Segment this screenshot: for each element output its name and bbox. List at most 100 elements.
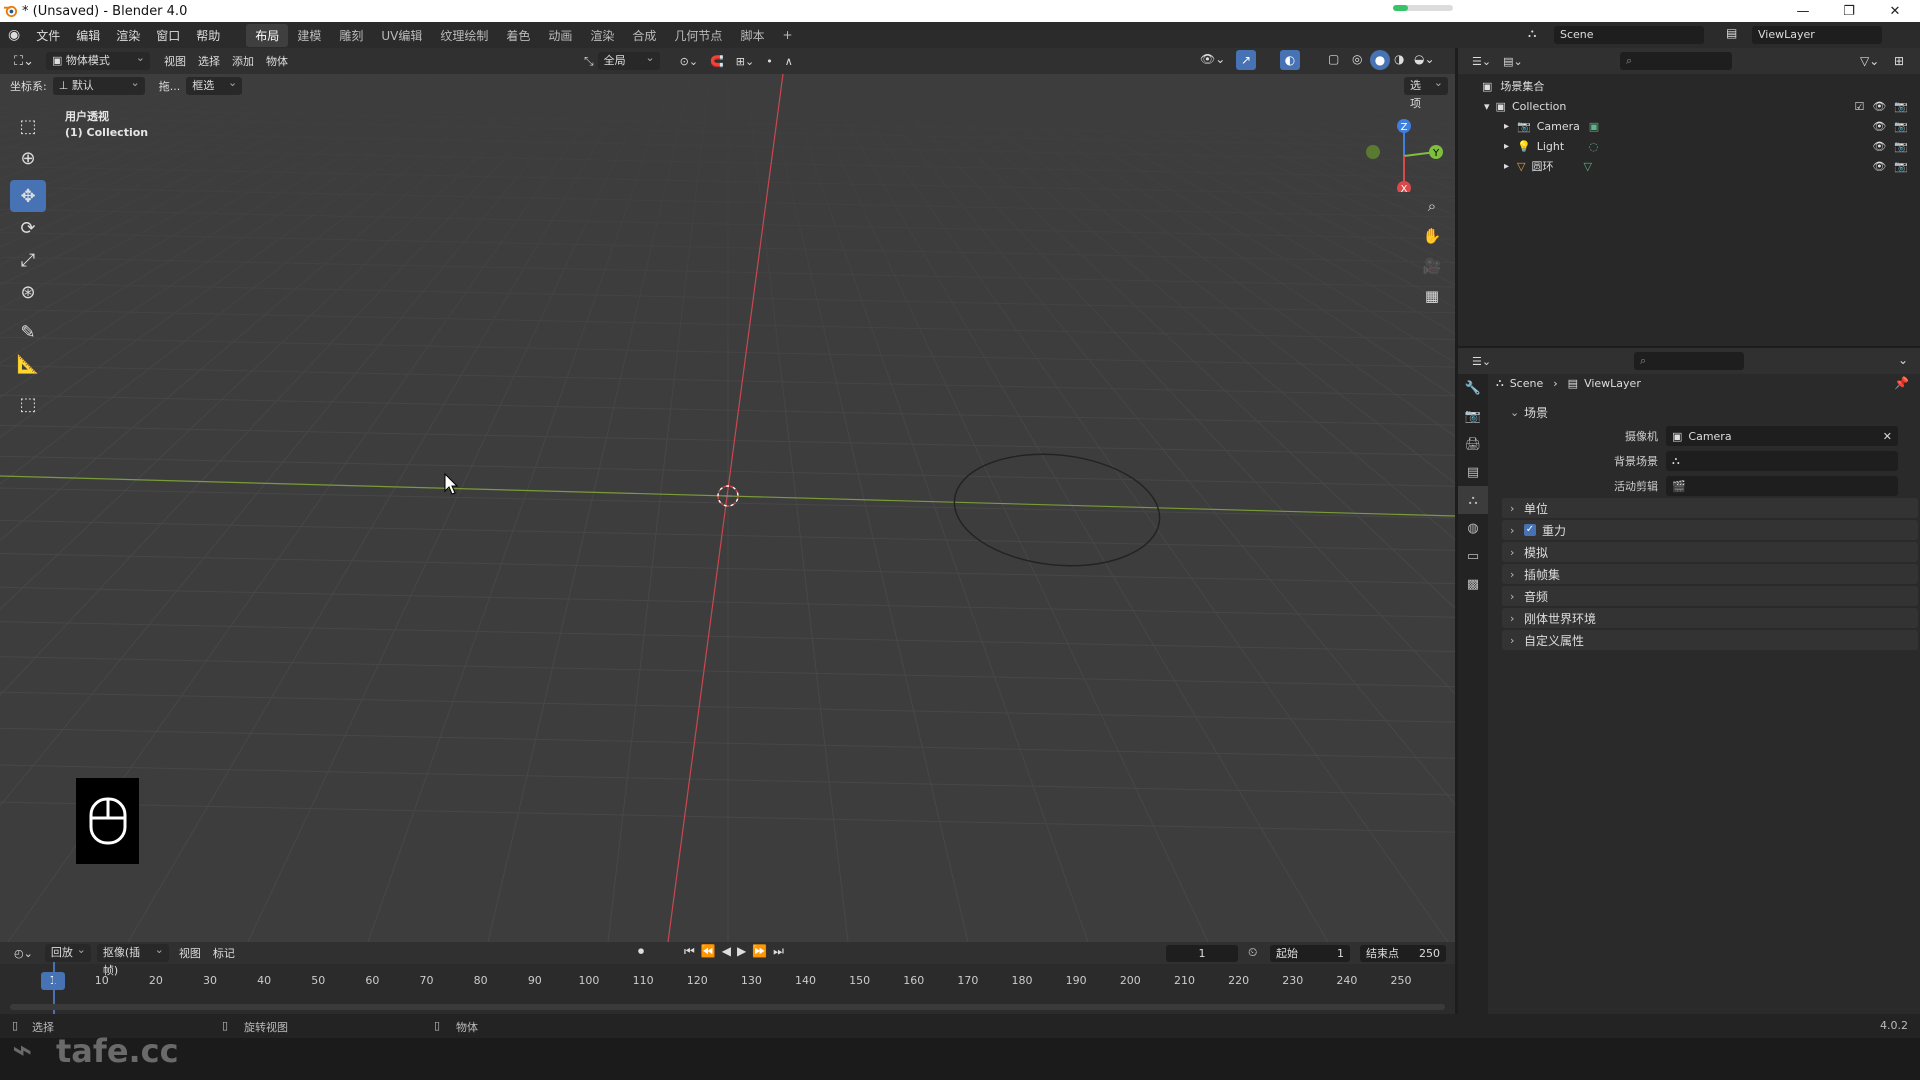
workspace-tab[interactable]: 布局	[246, 23, 289, 47]
annotate-tool-icon[interactable]: ✎	[10, 316, 46, 348]
camera-view-icon[interactable]: 🎥	[1419, 253, 1445, 279]
visibility-icon[interactable]: 👁⌄	[1200, 52, 1225, 66]
outliner-search-input[interactable]: ⌕	[1620, 52, 1732, 70]
property-panel-header[interactable]: › 音频	[1502, 586, 1918, 606]
timeline-scrollbar[interactable]	[10, 1004, 1445, 1010]
record-button-icon[interactable]: ⏺	[638, 944, 644, 959]
texture-tab-icon[interactable]: ▩	[1458, 570, 1488, 598]
outliner-editor-type-icon[interactable]: ☰⌄	[1466, 55, 1497, 68]
transform-orientation-dropdown[interactable]: 全局	[597, 49, 660, 70]
add-cube-tool-icon[interactable]: ⬚	[10, 388, 46, 420]
properties-options-icon[interactable]: ⌄	[1898, 353, 1908, 367]
close-button[interactable]: ✕	[1872, 0, 1918, 22]
property-panel-header[interactable]: › 自定义属性	[1502, 630, 1918, 650]
render-camera-icon[interactable]: 📷	[1894, 100, 1908, 113]
viewport-menu-item[interactable]: 添加	[226, 53, 260, 69]
workspace-tab[interactable]: UV编辑	[372, 24, 431, 47]
playback-dropdown[interactable]: 回放	[44, 941, 91, 962]
scale-tool-icon[interactable]: ⤢	[10, 244, 46, 276]
collection-row[interactable]: ▾ ▣ Collection ☑ 👁 📷	[1458, 96, 1920, 116]
navigation-gizmo[interactable]: Z Y X	[1364, 112, 1444, 192]
render-camera-icon[interactable]: 📷	[1894, 160, 1908, 173]
menu-item[interactable]: 编辑	[68, 27, 108, 44]
menu-item[interactable]: 文件	[28, 27, 68, 44]
active-clip-field[interactable]: 🎬	[1666, 476, 1898, 496]
move-tool-icon[interactable]: ✥	[10, 180, 46, 212]
workspace-tab[interactable]: 着色	[497, 24, 539, 47]
clear-icon[interactable]: ✕	[1883, 430, 1892, 443]
add-workspace-button[interactable]: +	[773, 25, 801, 45]
viewport-menu-item[interactable]: 选择	[192, 53, 226, 69]
falloff-icon[interactable]: ∧	[779, 55, 799, 68]
proportional-edit-icon[interactable]: •	[760, 55, 779, 68]
snap-icon[interactable]: 🧲	[704, 55, 730, 68]
viewport-menu-item[interactable]: 物体	[260, 53, 294, 69]
outliner-item-row[interactable]: ▸ 📷 Camera ▣ 👁 📷	[1458, 116, 1920, 136]
transform-tool-icon[interactable]: ⊛	[10, 276, 46, 308]
expand-arrow-icon[interactable]: ▾	[1484, 100, 1490, 113]
start-frame-field[interactable]: 起始 1	[1270, 945, 1350, 962]
rendered-shading-icon[interactable]: ◒⌄	[1414, 52, 1435, 66]
solid-shading-icon[interactable]: ●	[1370, 50, 1390, 70]
minimize-button[interactable]: —	[1780, 0, 1826, 22]
drag-label[interactable]: 拖...	[153, 78, 187, 94]
select-box-dropdown[interactable]: 框选	[186, 74, 243, 95]
tool-tab-icon[interactable]: 🔧	[1458, 374, 1488, 402]
cursor-tool-icon[interactable]: ⊕	[10, 142, 46, 174]
collection-tab-icon[interactable]: ▭	[1458, 542, 1488, 570]
workspace-tab[interactable]: 动画	[539, 24, 581, 47]
pan-hand-icon[interactable]: ✋	[1419, 223, 1445, 249]
mode-dropdown[interactable]: ▣ 物体模式	[46, 49, 150, 70]
select-box-tool-icon[interactable]: ⬚	[10, 110, 46, 142]
timeline-marker-menu[interactable]: 标记	[207, 945, 241, 961]
render-camera-icon[interactable]: 📷	[1894, 140, 1908, 153]
property-panel-header[interactable]: › 刚体世界环境	[1502, 608, 1918, 628]
timeline-view-menu[interactable]: 视图	[173, 945, 207, 961]
outliner-item-row[interactable]: ▸ ▽ 圆环 ▽ 👁 📷	[1458, 156, 1920, 176]
frame-ruler[interactable]: 1102030405060708090100110120130140150160…	[0, 970, 1455, 992]
background-scene-field[interactable]: ⛬	[1666, 451, 1898, 471]
properties-editor-type-icon[interactable]: ☰⌄	[1466, 355, 1497, 368]
scene-collection-row[interactable]: ▣ 场景集合	[1458, 76, 1920, 96]
expand-arrow-icon[interactable]: ▸	[1504, 161, 1509, 172]
menu-item[interactable]: 渲染	[108, 27, 148, 44]
snap-target-icon[interactable]: ⊞⌄	[730, 55, 760, 68]
keying-dropdown[interactable]: 抠像(插帧)	[96, 941, 169, 977]
expand-arrow-icon[interactable]: ▸	[1504, 121, 1509, 132]
properties-search-input[interactable]: ⌕	[1634, 352, 1744, 370]
coord-dropdown[interactable]: ⊥ 默认	[52, 74, 145, 95]
property-panel-header[interactable]: › 插帧集	[1502, 564, 1918, 584]
camera-data-icon[interactable]: ▣	[1589, 120, 1599, 133]
render-tab-icon[interactable]: 📷	[1458, 402, 1488, 430]
clock-icon[interactable]: ⏲	[1248, 945, 1257, 960]
pin-icon[interactable]: 📌	[1894, 376, 1909, 390]
gizmo-toggle-icon[interactable]: ↗	[1236, 50, 1256, 70]
world-tab-icon[interactable]: ◍	[1458, 514, 1488, 542]
editor-type-icon[interactable]: ⛶⌄	[8, 54, 40, 69]
workspace-tab[interactable]: 几何节点	[665, 24, 731, 47]
eye-icon[interactable]: 👁	[1872, 100, 1886, 113]
playback-controls[interactable]: ⏮⏪◀▶⏩⏭	[684, 944, 790, 959]
workspace-tab[interactable]: 建模	[288, 24, 330, 47]
scene-panel-header[interactable]: ⌄ 场景	[1502, 400, 1918, 424]
property-panel-header[interactable]: › ✓ 重力	[1502, 520, 1918, 540]
eye-icon[interactable]: 👁	[1872, 120, 1886, 133]
workspace-tab[interactable]: 脚本	[731, 24, 773, 47]
property-panel-header[interactable]: › 单位	[1502, 498, 1918, 518]
workspace-tab[interactable]: 雕刻	[330, 24, 372, 47]
perspective-grid-icon[interactable]: ▦	[1419, 283, 1445, 309]
exclude-checkbox-icon[interactable]: ☑	[1854, 100, 1864, 113]
output-tab-icon[interactable]: 🖨	[1458, 430, 1488, 458]
workspace-tab[interactable]: 纹理绘制	[431, 24, 497, 47]
material-shading-icon[interactable]: ◑	[1394, 52, 1404, 66]
xray-icon[interactable]: ▢	[1328, 52, 1339, 66]
camera-field[interactable]: ▣ Camera ✕	[1666, 426, 1898, 446]
workspace-tab[interactable]: 渲染	[581, 24, 623, 47]
eye-icon[interactable]: 👁	[1872, 160, 1886, 173]
outliner-item-row[interactable]: ▸ 💡 Light ◌ 👁 📷	[1458, 136, 1920, 156]
3d-viewport[interactable]: ⛶⌄ ▣ 物体模式 视图选择添加物体 ⤡ 全局 ⊙⌄ 🧲 ⊞⌄ • ∧ 👁⌄ ↗…	[0, 48, 1455, 942]
new-collection-icon[interactable]: ⊞	[1894, 54, 1904, 68]
display-mode-icon[interactable]: ▤⌄	[1497, 55, 1529, 68]
scene-tab-icon[interactable]: ⛬	[1458, 486, 1488, 514]
workspace-tab[interactable]: 合成	[623, 24, 665, 47]
